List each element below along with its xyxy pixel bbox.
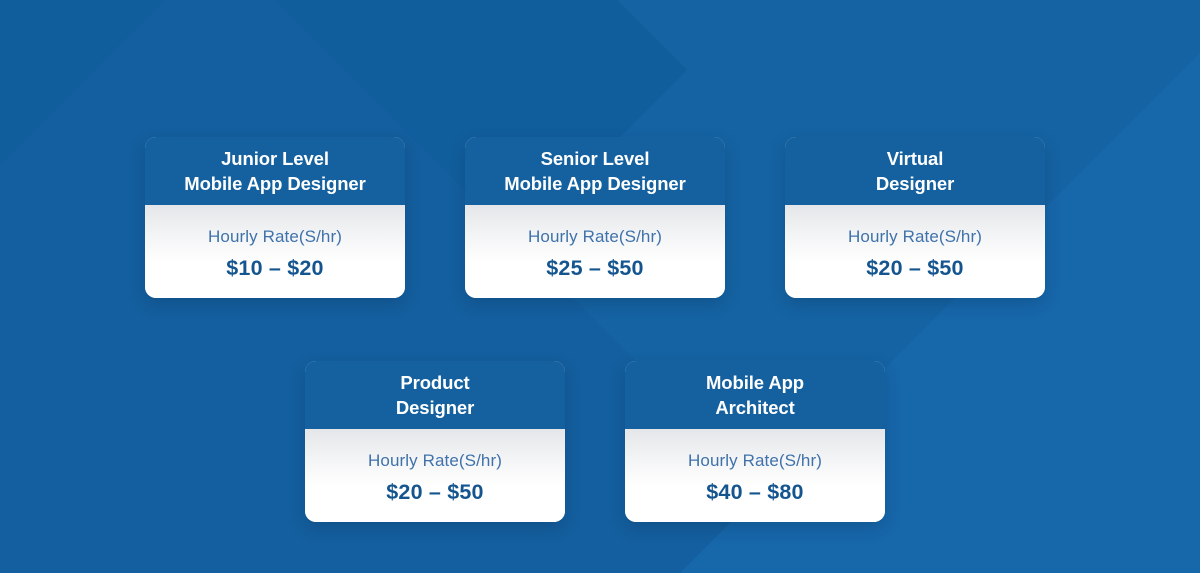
rate-card-header: Product Designer <box>305 361 565 429</box>
rate-card-value: $40 – $80 <box>706 479 804 504</box>
rate-card-body: Hourly Rate(S/hr) $20 – $50 <box>785 205 1045 298</box>
rate-card-body: Hourly Rate(S/hr) $20 – $50 <box>305 429 565 522</box>
rate-card-header: Junior Level Mobile App Designer <box>145 137 405 205</box>
rate-card-title-line-2: Architect <box>715 397 795 418</box>
rate-card-title-line-2: Designer <box>395 397 475 418</box>
rate-card-title-line-1: Product <box>400 372 470 393</box>
rate-card-title-line-2: Mobile App Designer <box>504 173 686 194</box>
rate-card[interactable]: Junior Level Mobile App Designer Hourly … <box>145 137 405 298</box>
rate-card-body: Hourly Rate(S/hr) $25 – $50 <box>465 205 725 298</box>
rate-card[interactable]: Virtual Designer Hourly Rate(S/hr) $20 –… <box>785 137 1045 298</box>
rate-card-header: Virtual Designer <box>785 137 1045 205</box>
rate-card-grid: Junior Level Mobile App Designer Hourly … <box>0 0 1200 573</box>
rate-card-header: Senior Level Mobile App Designer <box>465 137 725 205</box>
rate-card-value: $10 – $20 <box>226 255 324 280</box>
rate-card-title-line-1: Virtual <box>886 148 944 169</box>
rate-card-value: $25 – $50 <box>546 255 644 280</box>
rate-card-title-line-1: Senior Level <box>540 148 650 169</box>
rate-card-label: Hourly Rate(S/hr) <box>688 450 822 470</box>
rate-card[interactable]: Senior Level Mobile App Designer Hourly … <box>465 137 725 298</box>
rate-card-title-line-1: Mobile App <box>706 372 804 393</box>
rate-card-label: Hourly Rate(S/hr) <box>368 450 502 470</box>
rate-card-body: Hourly Rate(S/hr) $40 – $80 <box>625 429 885 522</box>
rate-card[interactable]: Product Designer Hourly Rate(S/hr) $20 –… <box>305 361 565 522</box>
rate-card-title-line-2: Mobile App Designer <box>184 173 366 194</box>
rate-card-label: Hourly Rate(S/hr) <box>848 226 982 246</box>
rate-card-header: Mobile App Architect <box>625 361 885 429</box>
rate-card-label: Hourly Rate(S/hr) <box>208 226 342 246</box>
rate-card-body: Hourly Rate(S/hr) $10 – $20 <box>145 205 405 298</box>
rate-card-title-line-2: Designer <box>875 173 955 194</box>
rate-card-title-line-1: Junior Level <box>221 148 329 169</box>
rate-card[interactable]: Mobile App Architect Hourly Rate(S/hr) $… <box>625 361 885 522</box>
rate-card-value: $20 – $50 <box>866 255 964 280</box>
rate-card-value: $20 – $50 <box>386 479 484 504</box>
rate-card-label: Hourly Rate(S/hr) <box>528 226 662 246</box>
